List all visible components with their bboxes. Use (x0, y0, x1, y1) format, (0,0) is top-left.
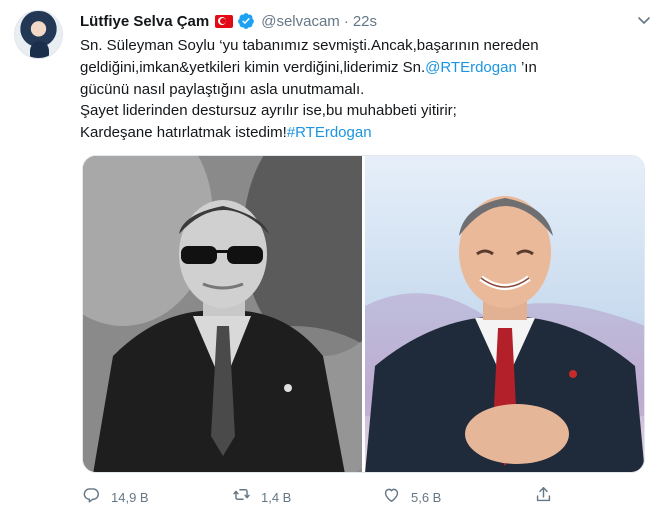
tweet-text-line: gücünü nasıl paylaştığını asla unutmamal… (80, 80, 365, 98)
turkey-flag-icon (215, 14, 234, 28)
retweet-icon (232, 485, 251, 509)
hashtag-link[interactable]: #RTErdogan (287, 124, 372, 141)
share-icon (534, 485, 553, 509)
tweet-text-segment: geldiğini,imkan&yetkileri kimin verdiğin… (80, 58, 426, 76)
separator-dot: · (343, 12, 349, 30)
tweet[interactable]: Lütfiye Selva Çam @selvacam · 22s Sn. Sü… (0, 0, 670, 517)
author-handle[interactable]: @selvacam (261, 13, 340, 30)
reply-count: 14,9 B (111, 489, 149, 505)
reply-button[interactable]: 14,9 B (82, 484, 149, 510)
verified-badge-icon (237, 12, 255, 30)
tweet-text-segment: ’ın (516, 58, 537, 76)
tweet-text: Sn. Süleyman Soylu ‘yu tabanımız sevmişt… (80, 35, 640, 144)
share-button[interactable] (534, 484, 553, 510)
mention-link[interactable]: @RTErdogan (425, 59, 517, 76)
like-count: 5,6 B (411, 489, 442, 505)
like-button[interactable]: 5,6 B (382, 484, 441, 510)
tweet-timestamp[interactable]: 22s (353, 13, 377, 30)
retweet-button[interactable]: 1,4 B (232, 484, 291, 510)
avatar[interactable] (14, 10, 63, 59)
heart-icon (382, 485, 401, 509)
media-grid (82, 155, 645, 473)
media-photo-left[interactable] (83, 156, 362, 472)
tweet-text-line: geldiğini,imkan&yetkileri kimin verdiğin… (80, 57, 640, 79)
author-name[interactable]: Lütfiye Selva Çam (80, 13, 209, 30)
tweet-text-line: Kardeşane hatırlatmak istedim!#RTErdogan (80, 122, 640, 144)
retweet-count: 1,4 B (261, 489, 292, 505)
chevron-down-icon[interactable] (636, 12, 652, 28)
tweet-text-line: Şayet liderinden destursuz ayrılır ise,b… (80, 102, 457, 120)
reply-icon (82, 485, 101, 509)
tweet-header: Lütfiye Selva Çam @selvacam · 22s (80, 11, 377, 31)
tweet-text-segment: Kardeşane hatırlatmak istedim! (80, 124, 287, 142)
tweet-text-line: Sn. Süleyman Soylu ‘yu tabanımız sevmişt… (80, 37, 539, 54)
media-photo-right[interactable] (365, 156, 644, 472)
tweet-actions: 14,9 B 1,4 B 5,6 B (82, 484, 582, 510)
